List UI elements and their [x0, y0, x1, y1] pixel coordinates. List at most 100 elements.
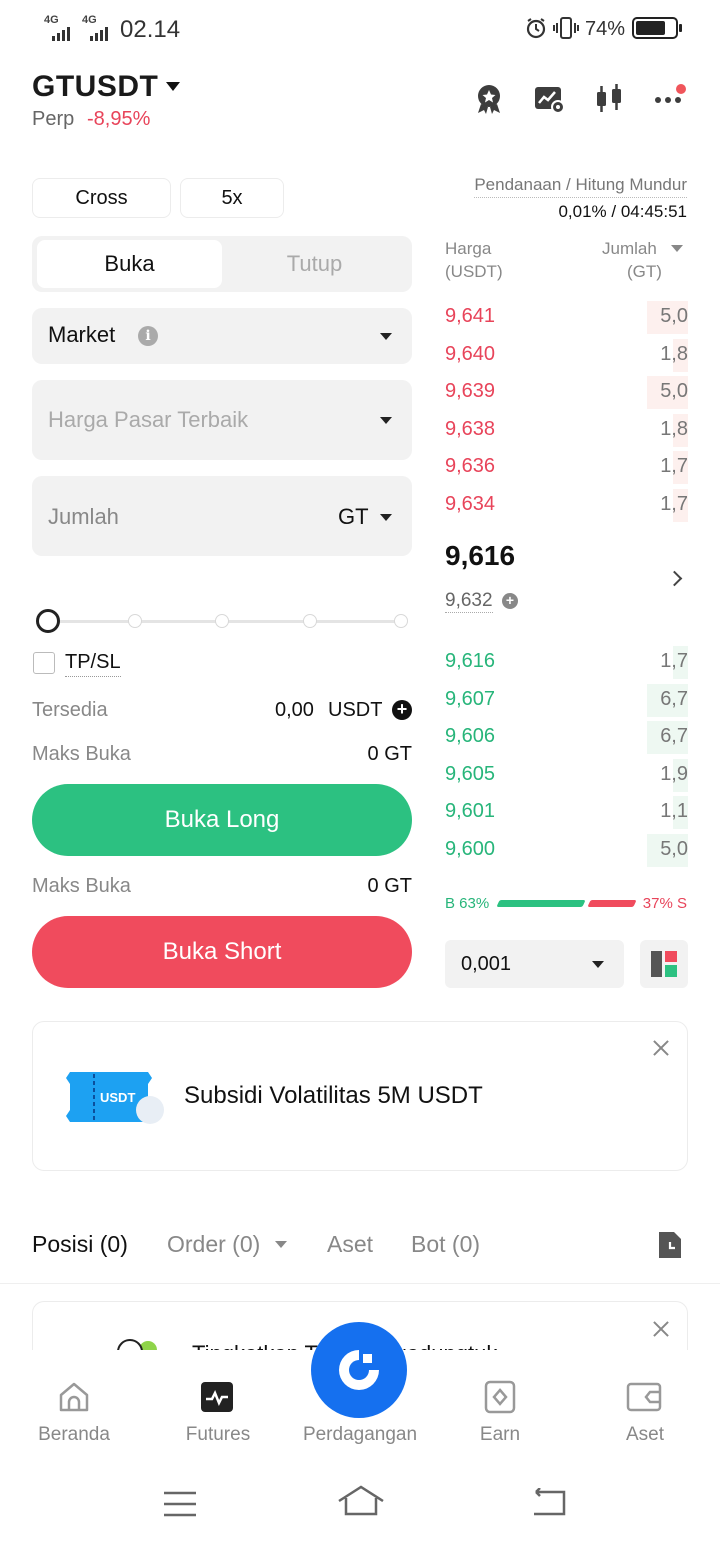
nav-trade[interactable]: Perdagangan [290, 1424, 430, 1446]
battery-percent: 74% [585, 18, 626, 40]
ask-qty: 5,0 [660, 380, 688, 402]
max-open-label: Maks Buka [32, 875, 131, 897]
bid-row[interactable]: 9,605 1,9 [445, 757, 688, 794]
bid-price: 9,600 [445, 837, 496, 860]
bid-qty: 6,7 [660, 725, 688, 747]
nav-home[interactable]: Beranda [4, 1424, 144, 1446]
bid-price: 9,607 [445, 687, 496, 710]
amount-field[interactable]: Jumlah GT [32, 476, 412, 556]
promo-text[interactable]: Subsidi Volatilitas 5M USDT [184, 1082, 483, 1110]
plus-icon[interactable]: + [502, 593, 518, 609]
max-open-long-value: 0 GT [367, 743, 412, 765]
tab-orders[interactable]: Order (0) [167, 1231, 260, 1258]
tpsl-checkbox[interactable] [33, 652, 55, 674]
back-icon[interactable] [530, 1488, 568, 1518]
home-system-icon[interactable] [336, 1484, 386, 1518]
slider-step[interactable] [128, 614, 142, 628]
slider-step[interactable] [303, 614, 317, 628]
sell-ratio: 37% S [642, 895, 687, 912]
tab-close[interactable]: Tutup [222, 240, 407, 288]
orderbook-layout-button[interactable] [640, 940, 688, 988]
nav-assets[interactable]: Aset [575, 1424, 715, 1446]
available-value: 0,00 [275, 699, 314, 721]
candlestick-icon[interactable] [592, 82, 626, 116]
bid-price: 9,605 [445, 762, 496, 785]
funding-value: 0,01% / 04:45:51 [558, 202, 687, 221]
bid-row[interactable]: 9,600 5,0 [445, 832, 688, 869]
available-unit: USDT [328, 699, 383, 721]
bid-row[interactable]: 9,601 1,1 [445, 794, 688, 831]
precision-value: 0,001 [461, 953, 512, 975]
ask-row[interactable]: 9,639 5,0 [445, 374, 688, 411]
funding-label[interactable]: Pendanaan / Hitung Mundur [474, 175, 687, 198]
award-icon[interactable] [472, 82, 506, 116]
layout-icon [651, 951, 677, 977]
caret-down-icon[interactable] [671, 245, 683, 252]
caret-down-icon[interactable] [166, 82, 180, 91]
ask-row[interactable]: 9,636 1,7 [445, 449, 688, 486]
ask-row[interactable]: 9,640 1,8 [445, 337, 688, 374]
ask-qty: 1,7 [660, 455, 688, 477]
open-long-button[interactable]: Buka Long [32, 784, 412, 856]
close-icon[interactable] [652, 1320, 670, 1338]
precision-select[interactable]: 0,001 [445, 940, 624, 988]
bid-row[interactable]: 9,606 6,7 [445, 719, 688, 756]
amount-placeholder: Jumlah [48, 504, 119, 529]
wallet-icon[interactable] [626, 1380, 662, 1414]
bid-price: 9,601 [445, 800, 496, 822]
tab-positions[interactable]: Posisi (0) [32, 1231, 128, 1258]
bid-qty: 6,7 [660, 687, 688, 710]
status-bar: 4G 4G 02.14 74% [0, 0, 720, 58]
pair-name[interactable]: GTUSDT [32, 70, 158, 104]
home-icon[interactable] [57, 1380, 91, 1414]
available-label: Tersedia [32, 699, 108, 721]
tab-bots[interactable]: Bot (0) [411, 1231, 480, 1258]
ticket-icon: USDT [66, 1072, 164, 1124]
ask-row[interactable]: 9,641 5,0 [445, 299, 688, 336]
futures-icon[interactable] [200, 1380, 234, 1414]
ask-row[interactable]: 9,634 1,7 [445, 487, 688, 524]
mark-price[interactable]: 9,632 [445, 590, 493, 613]
open-short-button[interactable]: Buka Short [32, 916, 412, 988]
chevron-right-icon[interactable] [666, 570, 683, 587]
tab-open[interactable]: Buka [37, 240, 222, 288]
order-type-label: Market [48, 322, 116, 347]
ask-price: 9,640 [445, 342, 496, 365]
nav-futures[interactable]: Futures [148, 1424, 288, 1446]
slider-handle[interactable] [36, 609, 60, 633]
bid-qty: 1,7 [660, 650, 688, 672]
info-icon[interactable]: i [138, 326, 158, 346]
chart-settings-icon[interactable] [532, 82, 566, 116]
slider-step[interactable] [215, 614, 229, 628]
tpsl-label[interactable]: TP/SL [65, 651, 121, 677]
leverage-button[interactable]: 5x [180, 178, 284, 218]
ask-row[interactable]: 9,638 1,8 [445, 412, 688, 449]
slider-step[interactable] [394, 614, 408, 628]
caret-down-icon[interactable] [275, 1241, 287, 1248]
margin-mode-button[interactable]: Cross [32, 178, 171, 218]
order-type-select[interactable]: Market i [32, 308, 412, 364]
bid-row[interactable]: 9,616 1,7 [445, 644, 688, 681]
alarm-icon [526, 18, 546, 39]
ticket-label: USDT [100, 1090, 135, 1105]
earn-icon[interactable] [483, 1380, 517, 1414]
ask-price: 9,634 [445, 492, 496, 515]
amount-unit-select[interactable]: GT [338, 504, 369, 530]
bid-qty: 1,1 [660, 800, 688, 822]
qty-header[interactable]: Jumlah [602, 237, 657, 260]
menu-icon[interactable] [162, 1490, 198, 1518]
close-icon[interactable] [652, 1039, 670, 1057]
nav-earn[interactable]: Earn [430, 1424, 570, 1446]
tab-assets[interactable]: Aset [327, 1231, 373, 1258]
history-icon[interactable] [656, 1230, 684, 1260]
ask-price: 9,639 [445, 380, 496, 402]
bid-qty: 1,9 [660, 762, 688, 785]
gate-logo-icon [339, 1350, 379, 1390]
caret-down-icon [592, 961, 604, 968]
trade-fab-button[interactable] [311, 1322, 407, 1418]
add-funds-icon[interactable]: + [392, 700, 412, 720]
ask-qty: 1,8 [660, 417, 688, 440]
price-unit: (USDT) [445, 262, 503, 281]
bid-row[interactable]: 9,607 6,7 [445, 682, 688, 719]
price-field[interactable]: Harga Pasar Terbaik [32, 380, 412, 460]
